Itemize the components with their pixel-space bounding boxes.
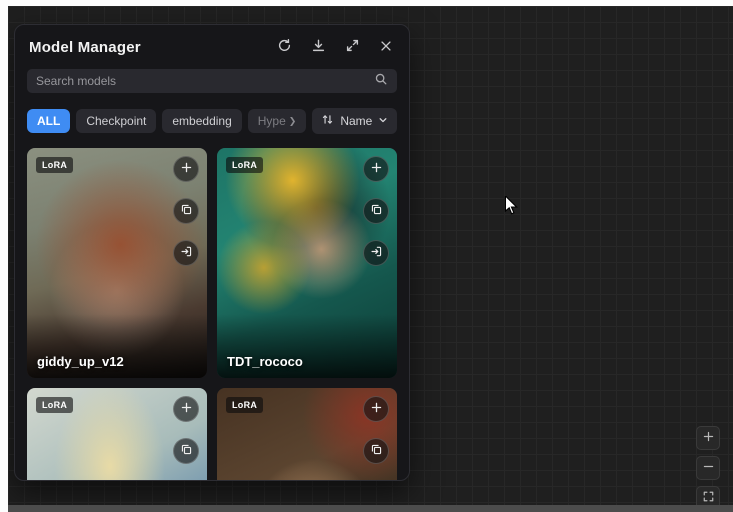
zoom-in-button[interactable] <box>696 426 720 450</box>
download-button[interactable] <box>311 38 326 56</box>
copy-model-button[interactable] <box>173 198 199 224</box>
card-actions <box>173 156 199 266</box>
filter-chip-embedding[interactable]: embedding <box>162 109 241 133</box>
load-into-workflow-icon <box>180 245 193 261</box>
copy-icon <box>370 443 383 459</box>
download-icon <box>311 38 326 56</box>
copy-icon <box>180 203 193 219</box>
chip-truncation-indicator: ❯ <box>289 116 297 127</box>
chip-label: ALL <box>37 114 60 128</box>
load-into-workflow-icon <box>370 245 383 261</box>
copy-model-button[interactable] <box>363 198 389 224</box>
chevron-down-icon <box>378 114 388 128</box>
search-icon <box>374 72 388 91</box>
model-name: giddy_up_v12 <box>37 354 124 369</box>
plus-icon <box>180 161 193 177</box>
minus-icon <box>702 460 715 476</box>
close-button[interactable] <box>379 39 393 56</box>
plus-icon <box>370 401 383 417</box>
plus-icon <box>702 430 715 446</box>
window-bottom-edge <box>8 505 733 512</box>
filter-chip-hypernetwork[interactable]: Hype ❯ <box>248 109 307 133</box>
card-actions <box>363 156 389 266</box>
model-type-badge: LoRA <box>36 157 73 173</box>
copy-model-button[interactable] <box>363 438 389 464</box>
panel-title: Model Manager <box>29 39 277 56</box>
add-model-button[interactable] <box>363 396 389 422</box>
close-icon <box>379 39 393 56</box>
fit-view-button[interactable] <box>696 486 720 505</box>
filter-chips-row: ALL Checkpoint embedding Hype ❯ Name <box>27 108 397 134</box>
model-type-badge: LoRA <box>36 397 73 413</box>
sort-dropdown[interactable]: Name <box>312 108 397 134</box>
refresh-button[interactable] <box>277 38 292 56</box>
model-card[interactable]: LoRA <box>217 388 397 480</box>
add-model-button[interactable] <box>173 156 199 182</box>
load-model-button[interactable] <box>173 240 199 266</box>
node-graph-canvas[interactable]: Model Manager <box>8 6 733 505</box>
search-input[interactable] <box>36 74 368 88</box>
plus-icon <box>180 401 193 417</box>
chip-label: Hype <box>258 114 286 128</box>
expand-button[interactable] <box>345 38 360 56</box>
add-model-button[interactable] <box>363 156 389 182</box>
model-card-grid: LoRA <box>27 148 397 480</box>
load-model-button[interactable] <box>363 240 389 266</box>
copy-icon <box>370 203 383 219</box>
model-card[interactable]: LoRA <box>27 148 207 378</box>
model-card[interactable]: LoRA <box>27 388 207 480</box>
fit-view-icon <box>702 490 715 505</box>
chip-label: Checkpoint <box>86 114 146 128</box>
copy-icon <box>180 443 193 459</box>
mouse-cursor <box>502 196 520 221</box>
model-name: TDT_rococo <box>227 354 303 369</box>
refresh-icon <box>277 38 292 56</box>
sort-icon <box>321 113 334 129</box>
expand-icon <box>345 38 360 56</box>
zoom-out-button[interactable] <box>696 456 720 480</box>
filter-chip-all[interactable]: ALL <box>27 109 70 133</box>
card-actions <box>363 396 389 464</box>
model-type-badge: LoRA <box>226 397 263 413</box>
canvas-zoom-toolbar <box>696 426 720 505</box>
copy-model-button[interactable] <box>173 438 199 464</box>
sort-label: Name <box>340 114 372 128</box>
card-actions <box>173 396 199 464</box>
add-model-button[interactable] <box>173 396 199 422</box>
header-actions <box>277 38 393 56</box>
model-card[interactable]: LoRA <box>217 148 397 378</box>
plus-icon <box>370 161 383 177</box>
chip-label: embedding <box>172 114 231 128</box>
model-manager-panel: Model Manager <box>14 24 410 481</box>
search-bar <box>27 69 397 93</box>
filter-chip-checkpoint[interactable]: Checkpoint <box>76 109 156 133</box>
model-type-badge: LoRA <box>226 157 263 173</box>
panel-header: Model Manager <box>15 25 409 65</box>
